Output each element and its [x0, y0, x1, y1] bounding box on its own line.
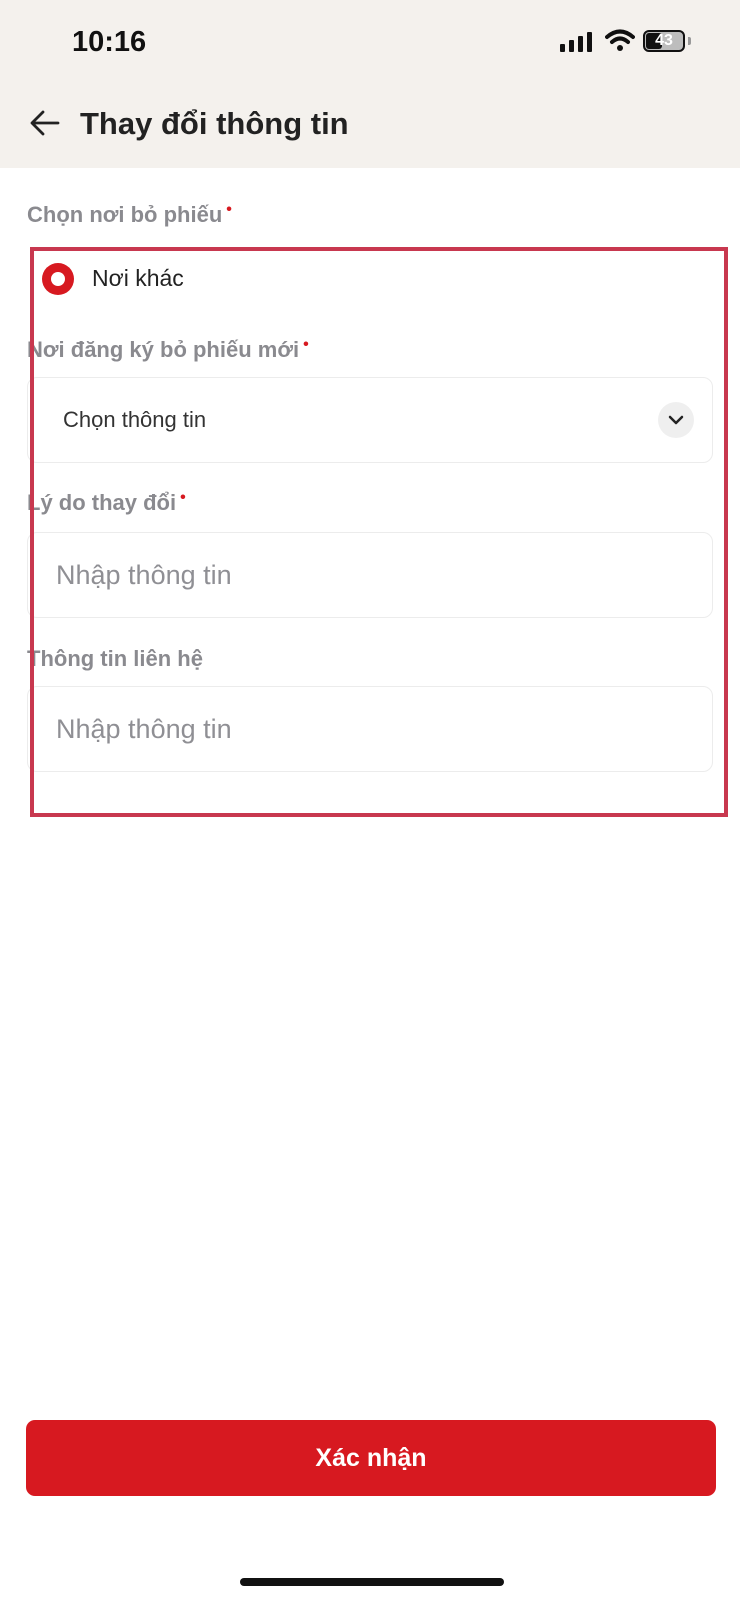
- required-mark: •: [226, 201, 232, 218]
- home-indicator: [240, 1578, 504, 1586]
- polling-place-label: Chọn nơi bỏ phiếu •: [27, 201, 232, 228]
- confirm-button[interactable]: Xác nhận: [26, 1420, 716, 1496]
- battery-cap: [688, 37, 691, 45]
- contact-info-input[interactable]: [29, 688, 711, 770]
- new-registration-place-label: Nơi đăng ký bỏ phiếu mới •: [27, 336, 309, 363]
- required-mark: •: [180, 489, 186, 506]
- top-bar: 10:16 43 Thay đổi thông tin: [0, 0, 740, 168]
- required-mark: •: [303, 336, 309, 353]
- back-arrow-icon[interactable]: [28, 106, 62, 140]
- page-title: Thay đổi thông tin: [80, 106, 349, 141]
- contact-info-field[interactable]: [27, 686, 713, 772]
- change-reason-label-text: Lý do thay đổi: [27, 490, 177, 515]
- new-registration-place-select[interactable]: Chọn thông tin: [27, 377, 713, 463]
- battery-icon: 43: [643, 30, 685, 52]
- new-registration-place-label-text: Nơi đăng ký bỏ phiếu mới: [27, 337, 300, 362]
- change-reason-input[interactable]: [29, 534, 711, 616]
- polling-place-label-text: Chọn nơi bỏ phiếu: [27, 202, 223, 227]
- radio-other-place-label[interactable]: Nơi khác: [92, 265, 184, 292]
- change-reason-field[interactable]: [27, 532, 713, 618]
- chevron-down-icon[interactable]: [658, 402, 694, 438]
- wifi-icon: [605, 29, 635, 51]
- status-time: 10:16: [72, 26, 147, 58]
- select-value: Chọn thông tin: [63, 407, 207, 432]
- contact-info-label: Thông tin liên hệ: [27, 646, 203, 671]
- battery-level: 43: [655, 32, 673, 49]
- radio-other-place[interactable]: [42, 263, 74, 295]
- cellular-signal-icon: [560, 32, 592, 52]
- change-reason-label: Lý do thay đổi •: [27, 489, 186, 516]
